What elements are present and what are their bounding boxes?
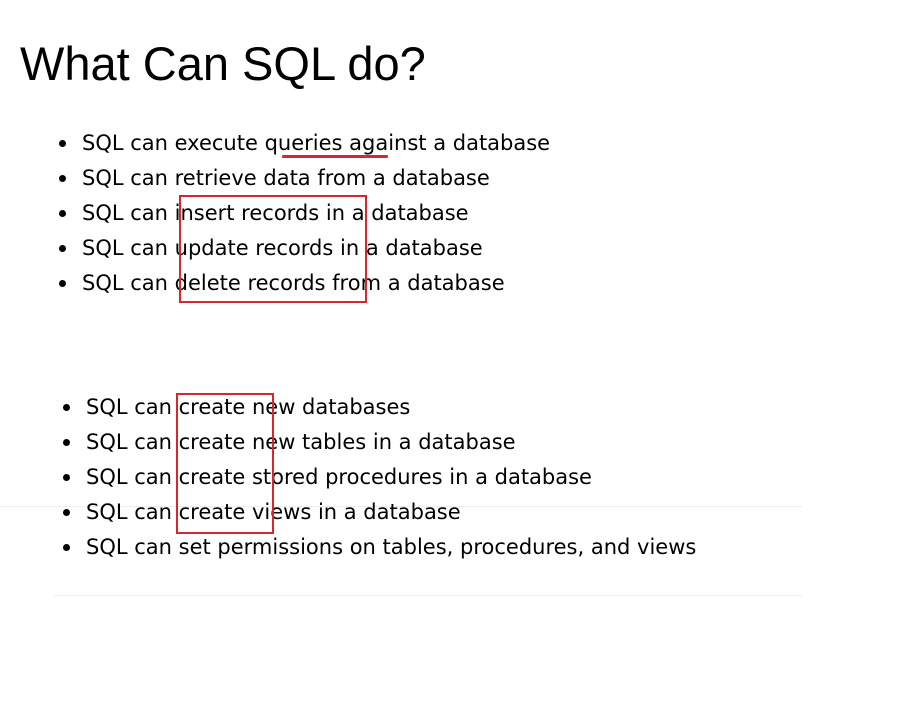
divider [54, 595, 802, 596]
annotation-box-records [179, 195, 367, 303]
page-title: What Can SQL do? [20, 37, 426, 90]
annotation-underline [282, 155, 388, 158]
list-item: SQL can retrieve data from a database [58, 161, 550, 196]
annotation-box-create [176, 393, 274, 534]
list-item: SQL can set permissions on tables, proce… [62, 530, 696, 565]
